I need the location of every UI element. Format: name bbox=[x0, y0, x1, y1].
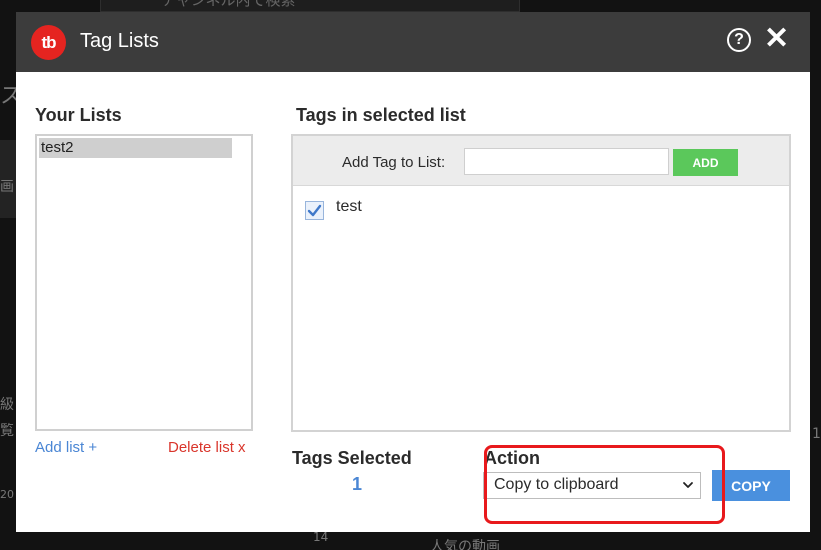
background-search-placeholder: チャンネル内で検索 bbox=[161, 0, 296, 9]
add-tag-label: Add Tag to List: bbox=[342, 154, 446, 171]
background-text: 覧 bbox=[0, 423, 14, 439]
tags-selected-count: 1 bbox=[352, 474, 363, 494]
background-text: 14 bbox=[313, 530, 329, 544]
background-text: 級 bbox=[0, 397, 14, 413]
tag-label: test bbox=[336, 198, 362, 215]
tubebuddy-logo-icon: tb bbox=[31, 25, 66, 60]
tags-list-heading: Tags in selected list bbox=[296, 105, 466, 125]
tag-checkbox[interactable] bbox=[305, 201, 324, 220]
help-icon[interactable]: ? bbox=[727, 28, 751, 52]
dialog-title: Tag Lists bbox=[80, 30, 159, 52]
highlight-annotation bbox=[484, 445, 725, 524]
tag-lists-dialog: tb Tag Lists ? ✕ Your Lists test2 Add li… bbox=[16, 12, 810, 532]
tags-selected-heading: Tags Selected bbox=[292, 448, 412, 468]
your-lists-box[interactable]: test2 bbox=[35, 134, 253, 431]
checkmark-icon bbox=[307, 204, 322, 217]
delete-list-link[interactable]: Delete list x bbox=[168, 439, 246, 456]
add-tag-input[interactable] bbox=[464, 148, 669, 175]
dialog-titlebar: tb Tag Lists ? ✕ bbox=[16, 12, 810, 72]
add-tag-bar: Add Tag to List: ADD bbox=[293, 136, 789, 186]
background-text: 1 bbox=[812, 426, 821, 442]
background-text: 人気の動画 bbox=[430, 539, 500, 550]
background-text: 20 bbox=[0, 488, 14, 501]
your-lists-heading: Your Lists bbox=[35, 105, 122, 125]
list-item[interactable]: test2 bbox=[39, 138, 232, 158]
tags-panel: Add Tag to List: ADD test bbox=[291, 134, 791, 432]
add-list-link[interactable]: Add list + bbox=[35, 439, 97, 456]
add-tag-button[interactable]: ADD bbox=[673, 149, 738, 176]
close-icon[interactable]: ✕ bbox=[764, 24, 789, 54]
background-text: 画 bbox=[0, 179, 14, 195]
background-search-bar: チャンネル内で検索 bbox=[100, 0, 520, 12]
